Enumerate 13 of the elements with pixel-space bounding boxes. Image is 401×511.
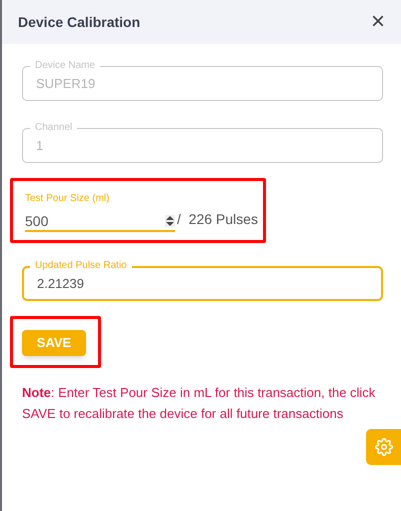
pulses-text: / 226 Pulses	[177, 210, 258, 229]
note-text: Note: Enter Test Pour Size in mL for this transaction, the click SAVE to recalibrate the device for all future transactions	[22, 384, 376, 423]
pour-size-field[interactable]: 500	[25, 212, 175, 232]
field-value: 2.21239	[37, 274, 84, 293]
field-value: SUPER19	[36, 74, 96, 93]
field-value: 500	[25, 212, 48, 230]
spinner-icon[interactable]	[165, 215, 175, 227]
field-value: 1	[36, 136, 44, 155]
close-button[interactable]: ×	[370, 10, 385, 34]
field-label: Test Pour Size (ml)	[25, 193, 110, 205]
field-label: Updated Pulse Ratio	[30, 259, 132, 273]
settings-icon	[374, 438, 392, 456]
dialog-title: Device Calibration	[18, 12, 140, 32]
